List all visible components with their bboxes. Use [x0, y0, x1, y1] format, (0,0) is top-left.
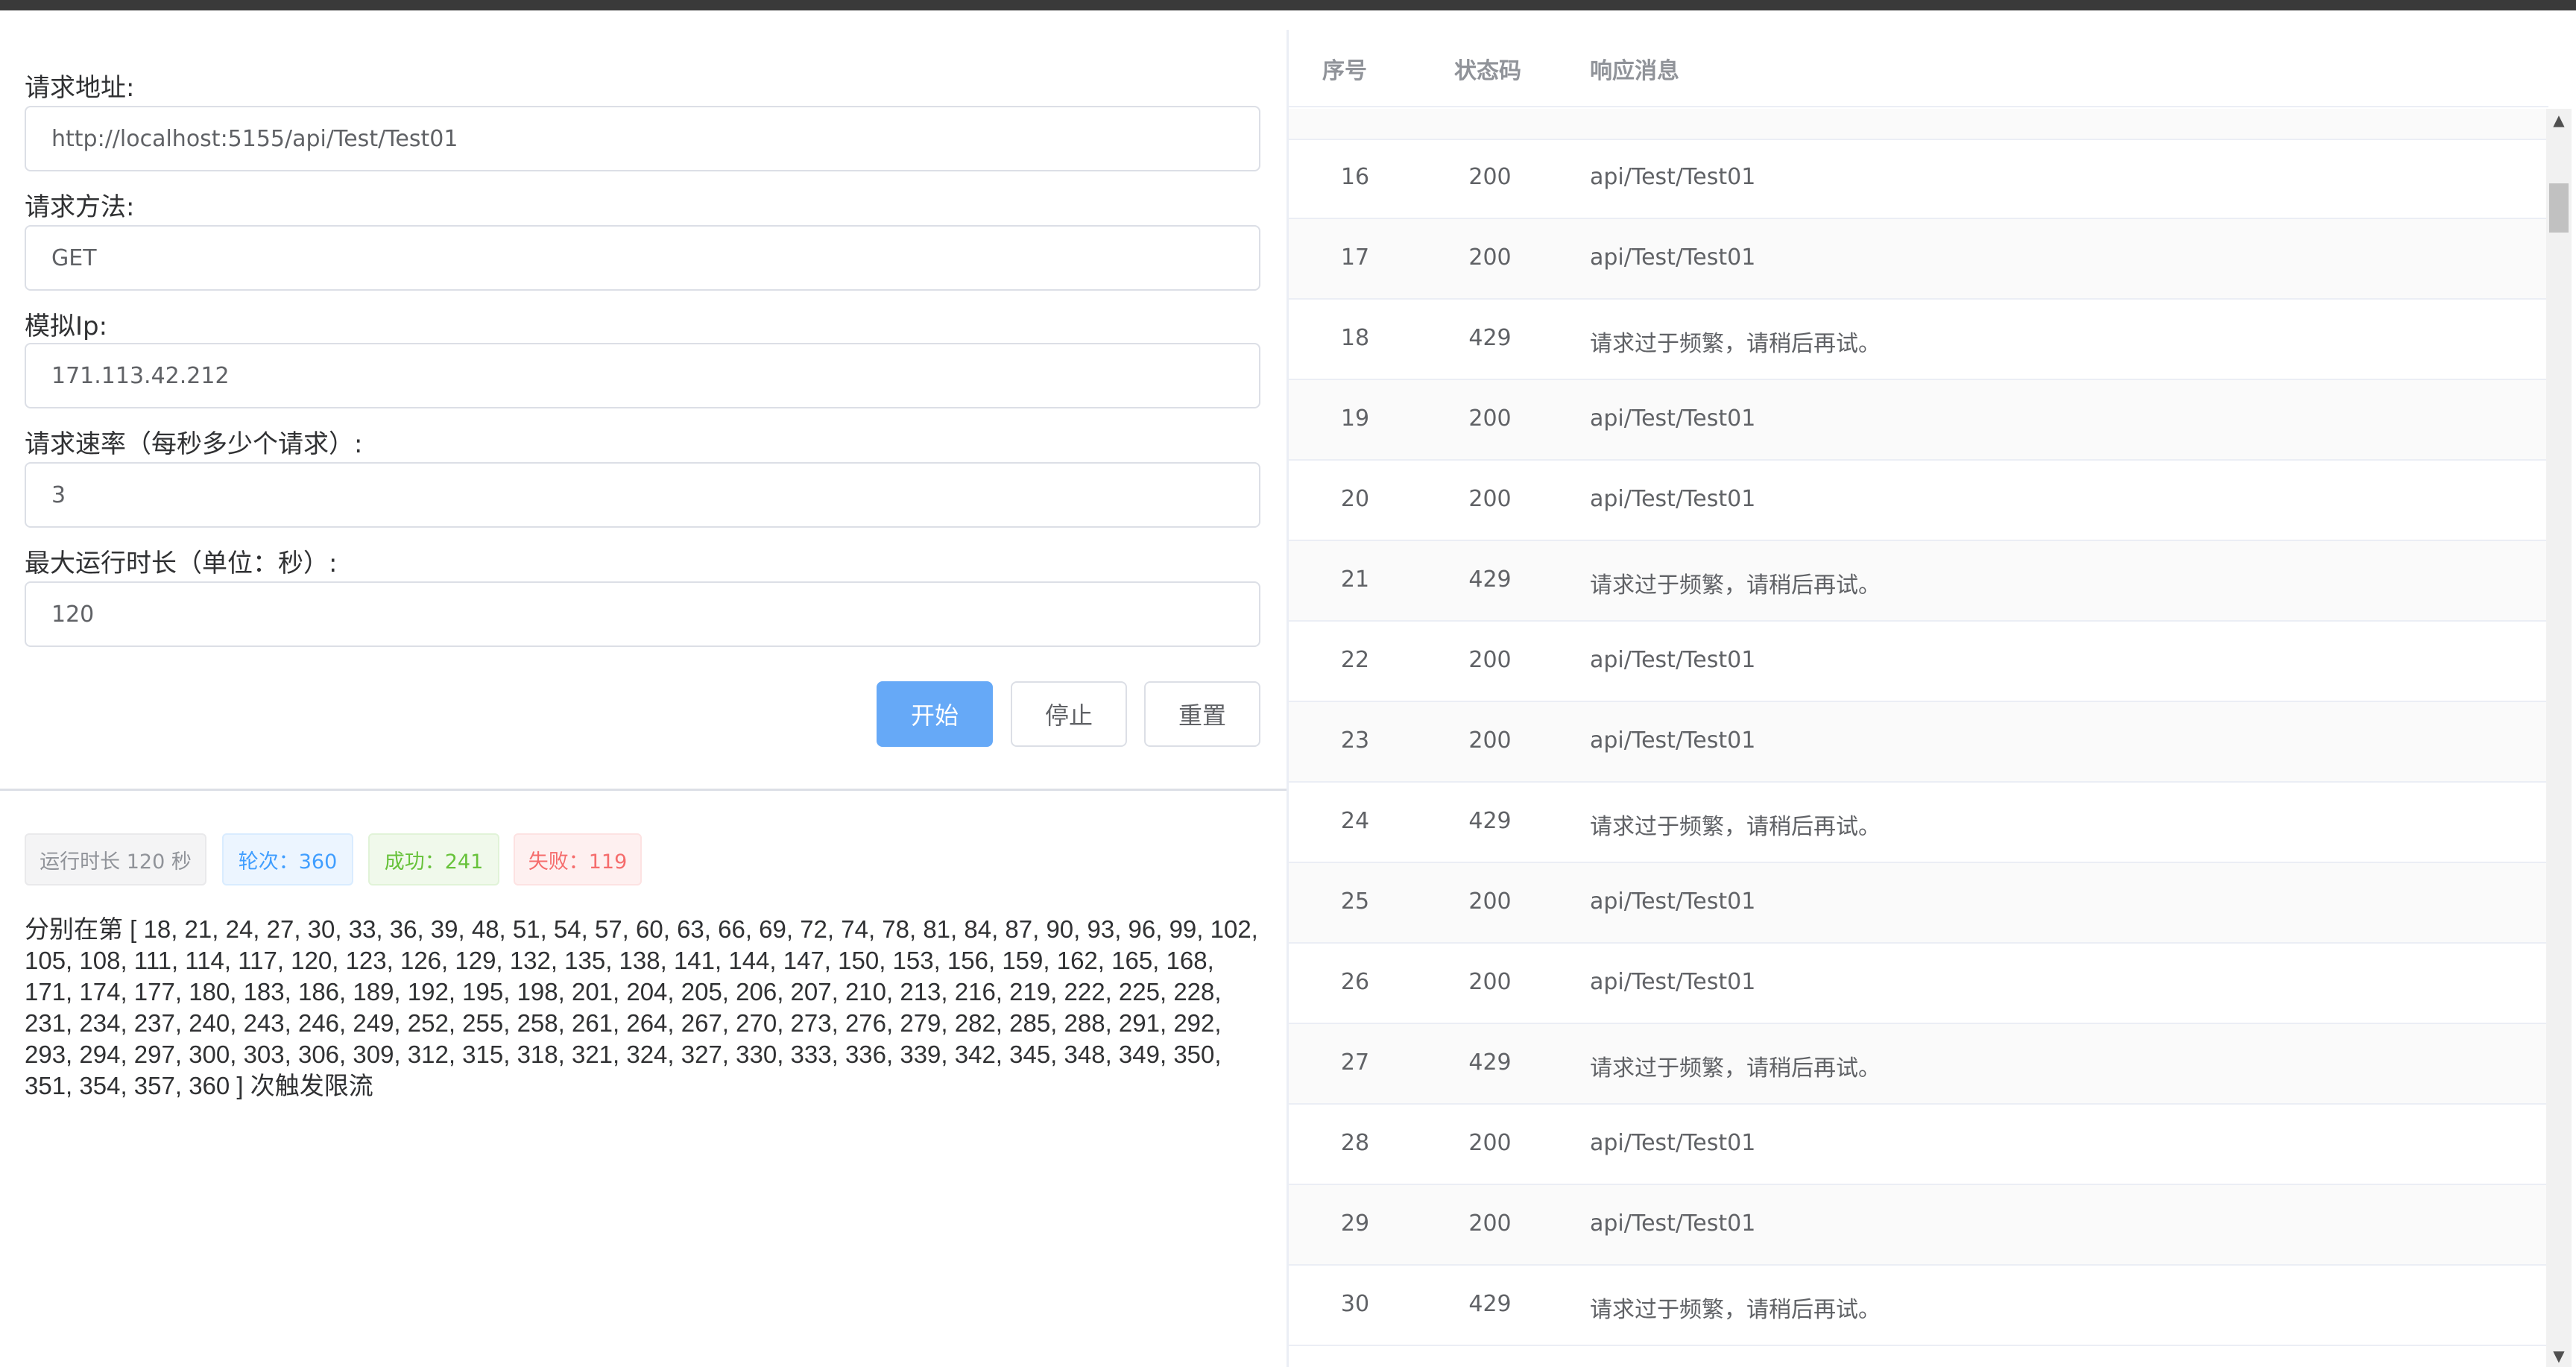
table-row: 25 200 api/Test/Test01 [1289, 863, 2548, 944]
scroll-down-arrow-icon[interactable]: ▼ [2546, 1345, 2572, 1367]
cell-seq: 19 [1340, 405, 1370, 432]
cell-seq: 28 [1340, 1130, 1370, 1156]
cell-msg: api/Test/Test01 [1590, 1210, 1756, 1237]
table-row: 27 429 请求过于频繁，请稍后再试。 [1289, 1024, 2548, 1105]
cell-seq: 26 [1340, 969, 1370, 995]
cell-code: 429 [1468, 1049, 1512, 1076]
table-row: 17 200 api/Test/Test01 [1289, 219, 2548, 300]
cell-msg: api/Test/Test01 [1590, 486, 1756, 512]
cell-msg: 请求过于频繁，请稍后再试。 [1590, 1055, 1881, 1082]
request-config-panel: 请求地址: 请求方法: 模拟Ip: 请求速率（每秒多少个请求）: 最大运行时长（… [0, 10, 1287, 1367]
table-row: 18 429 请求过于频繁，请稍后再试。 [1289, 300, 2548, 380]
duration-input[interactable] [25, 581, 1260, 647]
cell-code: 429 [1468, 1291, 1512, 1317]
cell-msg: api/Test/Test01 [1590, 244, 1756, 271]
ip-input[interactable] [25, 343, 1260, 408]
results-table: 序号 状态码 响应消息 16 200 api/Test/Test01 17 200 api… [1289, 30, 2576, 1367]
cell-code: 200 [1468, 1210, 1512, 1237]
runtime-tag: 运行时长 120 秒 [25, 833, 206, 885]
cell-msg: 请求过于频繁，请稍后再试。 [1590, 572, 1881, 599]
cell-seq: 18 [1340, 325, 1370, 351]
cell-seq: 30 [1340, 1291, 1370, 1317]
rate-limit-summary: 分别在第 [ 18, 21, 24, 27, 30, 33, 36, 39, 4… [25, 915, 1258, 1099]
section-divider [0, 789, 1287, 791]
cell-msg: api/Test/Test01 [1590, 405, 1756, 432]
cell-code: 200 [1468, 486, 1512, 512]
table-row: 26 200 api/Test/Test01 [1289, 944, 2548, 1024]
cell-code: 200 [1468, 969, 1512, 995]
cell-msg: api/Test/Test01 [1590, 1130, 1756, 1156]
cell-code: 200 [1468, 164, 1512, 190]
table-scrollbar[interactable]: ▲ ▼ [2546, 109, 2572, 1367]
header-msg: 响应消息 [1590, 58, 1679, 84]
cell-code: 200 [1468, 244, 1512, 271]
header-code: 状态码 [1454, 58, 1521, 84]
cell-seq: 22 [1340, 647, 1370, 673]
header-seq: 序号 [1322, 58, 1367, 84]
rate-label: 请求速率（每秒多少个请求）: [25, 429, 363, 459]
cell-code: 429 [1468, 566, 1512, 593]
method-input[interactable] [25, 225, 1260, 291]
table-body[interactable]: 16 200 api/Test/Test01 17 200 api/Test/Test01… [1289, 109, 2548, 1367]
cell-code: 429 [1468, 808, 1512, 834]
cell-seq: 21 [1340, 566, 1370, 593]
window-top-bar [0, 0, 2576, 10]
cell-msg: 请求过于频繁，请稍后再试。 [1590, 1297, 1881, 1323]
cell-seq: 29 [1340, 1210, 1370, 1237]
cell-code: 200 [1468, 727, 1512, 754]
stop-button[interactable]: 停止 [1011, 681, 1127, 747]
cell-seq: 24 [1340, 808, 1370, 834]
cell-code: 429 [1468, 325, 1512, 351]
duration-label: 最大运行时长（单位：秒）: [25, 549, 338, 578]
cell-msg: api/Test/Test01 [1590, 164, 1756, 190]
table-row: 22 200 api/Test/Test01 [1289, 622, 2548, 702]
url-input[interactable] [25, 106, 1260, 171]
cell-seq: 23 [1340, 727, 1370, 754]
cell-msg: 请求过于频繁，请稍后再试。 [1590, 814, 1881, 840]
cell-msg: api/Test/Test01 [1590, 647, 1756, 673]
table-row: 24 429 请求过于频繁，请稍后再试。 [1289, 783, 2548, 863]
cell-msg: api/Test/Test01 [1590, 888, 1756, 915]
cell-msg: api/Test/Test01 [1590, 969, 1756, 995]
table-row: 30 429 请求过于频繁，请稍后再试。 [1289, 1266, 2548, 1346]
table-row: 19 200 api/Test/Test01 [1289, 380, 2548, 461]
cell-code: 200 [1468, 647, 1512, 673]
cell-code: 200 [1468, 1130, 1512, 1156]
table-row: 16 200 api/Test/Test01 [1289, 139, 2548, 219]
table-row: 29 200 api/Test/Test01 [1289, 1185, 2548, 1266]
table-header: 序号 状态码 响应消息 [1289, 30, 2548, 107]
table-row: 28 200 api/Test/Test01 [1289, 1105, 2548, 1185]
scroll-thumb[interactable] [2549, 183, 2569, 233]
url-label: 请求地址: [25, 73, 135, 103]
method-label: 请求方法: [25, 192, 135, 222]
table-row: 21 429 请求过于频繁，请稍后再试。 [1289, 541, 2548, 622]
table-row-partial [1289, 109, 2548, 140]
cell-seq: 27 [1340, 1049, 1370, 1076]
cell-code: 200 [1468, 405, 1512, 432]
rounds-tag: 轮次：360 [222, 833, 353, 885]
cell-code: 200 [1468, 888, 1512, 915]
ip-label: 模拟Ip: [25, 312, 108, 341]
cell-msg: api/Test/Test01 [1590, 727, 1756, 754]
cell-seq: 16 [1340, 164, 1370, 190]
start-button[interactable]: 开始 [877, 681, 993, 747]
cell-seq: 25 [1340, 888, 1370, 915]
table-row: 23 200 api/Test/Test01 [1289, 702, 2548, 783]
scroll-up-arrow-icon[interactable]: ▲ [2546, 109, 2572, 131]
reset-button[interactable]: 重置 [1144, 681, 1260, 747]
cell-seq: 17 [1340, 244, 1370, 271]
fail-tag: 失败：119 [514, 833, 642, 885]
cell-msg: 请求过于频繁，请稍后再试。 [1590, 331, 1881, 357]
rate-input[interactable] [25, 462, 1260, 528]
cell-seq: 20 [1340, 486, 1370, 512]
success-tag: 成功：241 [368, 833, 499, 885]
table-row: 20 200 api/Test/Test01 [1289, 461, 2548, 541]
